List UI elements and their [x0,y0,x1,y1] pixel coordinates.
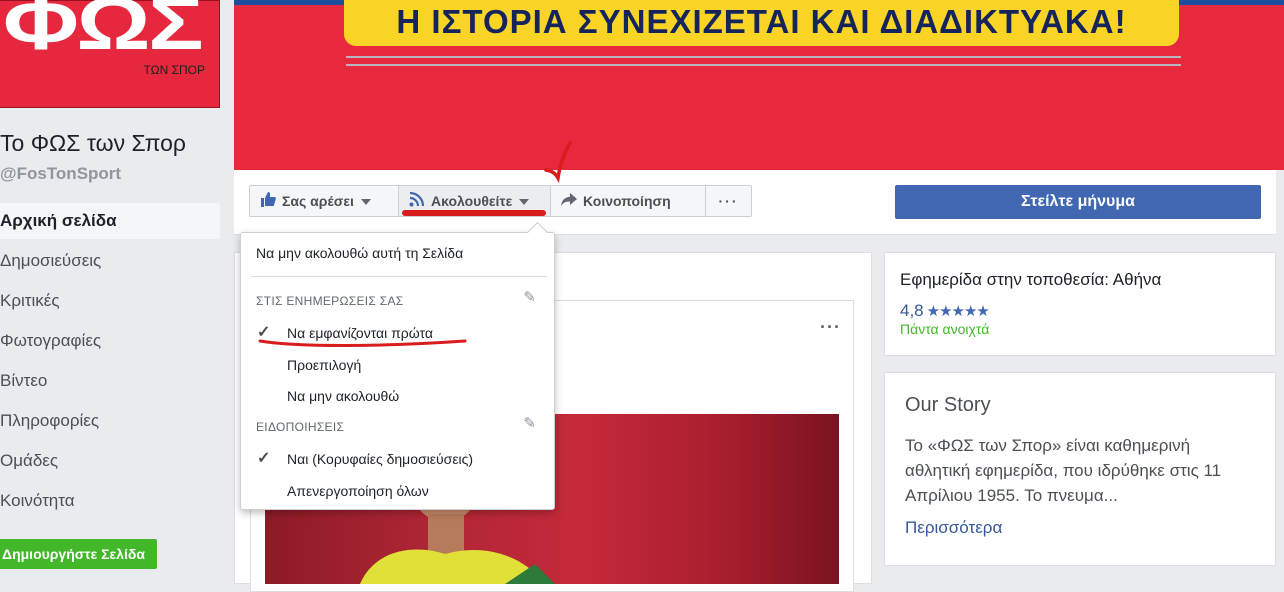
annotation-underline [402,210,546,216]
send-message-button[interactable]: Στείλτε μήνυμα [895,185,1261,219]
see-more-link[interactable]: Περισσότερα [905,518,1002,538]
post-menu-button[interactable]: ··· [820,317,841,338]
nav-item-posts[interactable]: Δημοσιεύσεις [0,243,220,283]
nav-item-community[interactable]: Κοινότητα [0,483,220,523]
updates-header: ΣΤΙΣ ΕΝΗΜΕΡΩΣΕΙΣ ΣΑΣ [256,294,404,308]
rating-stars-icon: ★★★★★ [926,303,990,320]
left-sidebar: ΦΩΣ ΤΩΝ ΣΠΟΡ Το ΦΩΣ των Σπορ @FosTonSpor… [0,0,232,574]
nav-item-videos[interactable]: Βίντεο [0,363,220,403]
notifications-top-posts-option[interactable]: Ναι (Κορυφαίες δημοσιεύσεις) [287,451,473,467]
rating-value: 4,8 [900,301,924,320]
default-option[interactable]: Προεπιλογή [287,357,361,373]
cover-photo[interactable]: Η ΙΣΤΟΡΙΑ ΣΥΝΕΧΙΖΕΤΑΙ ΚΑΙ ΔΙΑΔΙΚΤΥΑΚΑ! [234,0,1284,170]
more-options-button[interactable]: ··· [705,185,752,217]
chevron-down-icon [360,199,371,206]
nav-item-reviews[interactable]: Κριτικές [0,283,220,323]
share-label: Κοινοποίηση [583,193,671,209]
page-nav: Αρχική σελίδα Δημοσιεύσεις Κριτικές Φωτο… [0,203,220,523]
rating[interactable]: 4,8 ★★★★★ [900,301,990,321]
like-label: Σας αρέσει [282,193,354,209]
page-handle[interactable]: @FosTonSport [0,164,121,184]
annotation-underline [258,339,467,347]
divider [251,276,547,277]
unfollow-page-option[interactable]: Να μην ακολουθώ αυτή τη Σελίδα [256,245,463,261]
annotation-check-icon [544,141,572,184]
cover-banner: Η ΙΣΤΟΡΙΑ ΣΥΝΕΧΙΖΕΤΑΙ ΚΑΙ ΔΙΑΔΙΚΤΥΑΚΑ! [344,0,1179,46]
create-page-button[interactable]: Δημιουργήστε Σελίδα [0,539,157,569]
thumbs-up-icon [260,187,278,217]
nav-item-groups[interactable]: Ομάδες [0,443,220,483]
following-dropdown: Να μην ακολουθώ αυτή τη Σελίδα ΣΤΙΣ ΕΝΗΜ… [240,221,555,510]
page-category: Εφημερίδα στην τοποθεσία: Αθήνα [900,270,1162,289]
page-logo[interactable]: ΦΩΣ ΤΩΝ ΣΠΟΡ [0,0,220,108]
nav-item-home[interactable]: Αρχική σελίδα [0,203,220,239]
cover-divider [346,56,1181,66]
unfollow-option[interactable]: Να μην ακολουθώ [287,388,399,404]
logo-text: ΦΩΣ [3,0,204,65]
logo-subtext: ΤΩΝ ΣΠΟΡ [143,63,205,77]
pencil-icon[interactable]: ✎ [523,414,536,432]
page-info-card: Εφημερίδα στην τοποθεσία: Αθήνα 4,8 ★★★★★… [884,252,1276,356]
story-title: Our Story [905,394,991,416]
chevron-down-icon [519,199,530,206]
like-button[interactable]: Σας αρέσει [249,185,399,217]
pencil-icon[interactable]: ✎ [523,288,536,306]
open-status: Πάντα ανοιχτά [900,321,990,337]
nav-item-about[interactable]: Πληροφορίες [0,403,220,443]
page-title[interactable]: Το ΦΩΣ των Σπορ [0,130,186,157]
page-action-bar: Σας αρέσει Ακολουθείτε Κοινοποίηση ··· Σ… [234,170,1276,235]
notifications-off-option[interactable]: Απενεργοποίηση όλων [287,483,429,499]
story-card: Our Story Το «ΦΩΣ των Σπορ» είναι καθημε… [884,372,1276,566]
share-arrow-icon [561,187,579,217]
story-text: Το «ΦΩΣ των Σπορ» είναι καθημερινή αθλητ… [905,436,1222,505]
nav-item-photos[interactable]: Φωτογραφίες [0,323,220,363]
following-label: Ακολουθείτε [431,193,513,209]
notifications-header: ΕΙΔΟΠΟΙΗΣΕΙΣ [256,420,345,434]
check-icon: ✓ [257,450,271,467]
